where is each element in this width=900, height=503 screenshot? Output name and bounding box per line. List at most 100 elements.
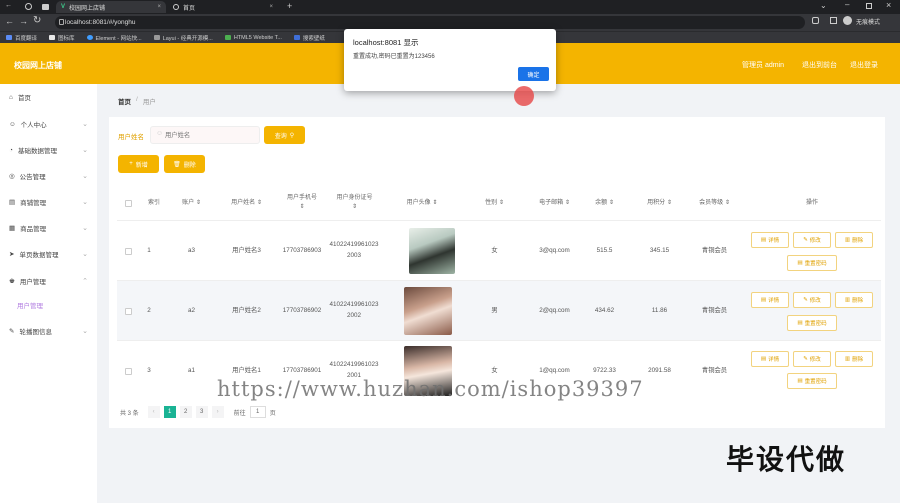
column-header[interactable]: 性别 ⇕ (472, 186, 517, 220)
cell-email: 3@qq.com (539, 246, 570, 254)
add-button[interactable]: + 新增 (118, 155, 159, 173)
column-header[interactable]: 会员等级 ⇕ (687, 186, 742, 220)
column-header[interactable]: 电子邮箱 ⇕ (522, 186, 587, 220)
row-delete-button[interactable]: ▥ 删除 (835, 351, 873, 367)
reset-password-button[interactable]: ▤ 重置密码 (787, 373, 837, 389)
sidebar-item-goods[interactable]: ▦ 商品管理 ⌄ (0, 215, 97, 241)
cell-balance: 434.62 (594, 306, 615, 314)
close-icon[interactable]: × (269, 4, 273, 10)
sidebar-subitem-user-manage[interactable]: 用户管理 (0, 292, 97, 318)
row-checkbox[interactable] (125, 308, 132, 315)
column-header[interactable]: 用户手机号 ⇕ (277, 186, 327, 220)
sidepanel-icon[interactable] (830, 17, 837, 24)
reset-password-button[interactable]: ▤ 重置密码 (787, 315, 837, 331)
compass-icon: ◎ (9, 173, 15, 180)
sidebar: ⌂ 首页 ☺ 个人中心 ⌄ ◔ 基础数据管理 ⌄ ◎ 公告管理 ⌄ ▤ 商铺管理 ⌄ ▦ 商品管理 ⌄… (0, 84, 97, 503)
sidebar-item-shop[interactable]: ▤ 商铺管理 ⌄ (0, 189, 97, 215)
close-window-icon[interactable]: × (886, 0, 891, 10)
back-icon[interactable]: ← (5, 16, 14, 26)
next-page-icon[interactable]: › (211, 406, 224, 418)
bookmark-item[interactable]: 搜索壁纸 (293, 34, 325, 42)
search-button[interactable]: 查询 ⚲ (264, 126, 305, 144)
detail-button[interactable]: ▤ 详情 (751, 351, 789, 367)
column-header[interactable]: 账户 ⇕ (169, 186, 214, 220)
bookmark-item[interactable]: HTML5 Website T... (224, 35, 282, 41)
extension-icon[interactable] (812, 17, 819, 24)
page-button-active[interactable]: 1 (163, 406, 176, 418)
table-row: 2 a2 用户姓名2 17703786902 41022419961023200… (117, 280, 881, 340)
minimize-window-icon[interactable]: – (845, 0, 849, 9)
incognito-icon[interactable] (843, 16, 852, 25)
cell-id-card: 410224199610232002 (329, 301, 379, 319)
breadcrumb-home[interactable]: 首页 (118, 96, 131, 106)
goto-label: 前往 (233, 410, 246, 417)
back-icon[interactable]: ← (5, 2, 12, 9)
sidebar-item-users[interactable]: ♚ 用户管理 ⌃ (0, 268, 97, 294)
edit-button[interactable]: ✎ 修改 (793, 292, 831, 308)
sort-icon: ⇕ (564, 199, 570, 206)
search-input[interactable]: ☺ (150, 126, 260, 144)
reload-icon[interactable]: ↻ (33, 15, 41, 26)
column-header[interactable]: 用积分 ⇕ (632, 186, 687, 220)
edit-button[interactable]: ✎ 修改 (793, 351, 831, 367)
sort-icon: ⇕ (498, 199, 504, 206)
column-header[interactable]: 余额 ⇕ (582, 186, 627, 220)
back-to-front-link[interactable]: 退出到前台 (802, 60, 837, 70)
avatar (409, 228, 455, 274)
dialog-confirm-button[interactable]: 确定 (518, 67, 549, 81)
browser-tab[interactable]: 首页 × (168, 1, 278, 13)
forward-icon[interactable]: → (19, 16, 28, 26)
page-button[interactable]: 3 (195, 406, 208, 418)
row-delete-button[interactable]: ▥ 删除 (835, 292, 873, 308)
page-button[interactable]: 2 (179, 406, 192, 418)
reset-password-button[interactable]: ▤ 重置密码 (787, 255, 837, 271)
bookmark-item[interactable]: Element - 网站快... (86, 34, 142, 42)
tab-overview-icon[interactable] (42, 4, 49, 10)
sidebar-item-single-page[interactable]: ➤ 单页数据管理 ⌄ (0, 241, 97, 267)
logout-link[interactable]: 退出登录 (850, 60, 878, 70)
sidebar-item-basic-data[interactable]: ◔ 基础数据管理 ⌄ (0, 137, 97, 163)
bookmark-item[interactable]: 图标库 (49, 34, 75, 42)
maximize-icon[interactable] (866, 3, 872, 9)
bookmark-item[interactable]: 百度翻译 (6, 34, 37, 42)
detail-button[interactable]: ▤ 详情 (751, 292, 789, 308)
pagination: 共 3 条 ‹ 1 2 3 › 前往 1 页 (120, 406, 276, 418)
url-input[interactable]: localhost:8081/#/yonghu (55, 16, 805, 29)
row-checkbox[interactable] (125, 368, 132, 375)
chevron-down-icon: ⌄ (82, 173, 88, 180)
sort-icon: ⇕ (666, 199, 672, 206)
goto-input[interactable]: 1 (249, 406, 266, 418)
search-label: 用户姓名 (118, 134, 144, 141)
cell-points: 11.86 (651, 306, 668, 314)
sidebar-item-profile[interactable]: ☺ 个人中心 ⌄ (0, 111, 97, 137)
browser-tab-active[interactable]: V 校园网上店铺 × (56, 1, 166, 13)
bookmark-item[interactable]: Layui - 经典开源模... (153, 34, 213, 42)
globe-icon (173, 4, 179, 10)
close-icon[interactable]: × (157, 4, 161, 10)
document-icon: ▤ (760, 237, 767, 243)
detail-button[interactable]: ▤ 详情 (751, 232, 789, 248)
document-icon: ▤ (760, 297, 767, 303)
search-field[interactable] (165, 129, 255, 141)
minimize-icon[interactable]: ⌄ (820, 1, 827, 10)
cell-name: 用户姓名2 (232, 306, 261, 314)
edit-button[interactable]: ✎ 修改 (793, 232, 831, 248)
info-icon[interactable] (59, 19, 64, 25)
column-header: 操作 (805, 199, 818, 206)
sidebar-item-home[interactable]: ⌂ 首页 (0, 84, 97, 110)
column-header[interactable]: 用户身份证号 ⇕ (327, 186, 382, 220)
home-icon: ⌂ (9, 93, 13, 101)
layui-icon (153, 35, 160, 40)
sidebar-item-notice[interactable]: ◎ 公告管理 ⌄ (0, 163, 97, 189)
sort-icon: ⇕ (195, 199, 201, 206)
row-checkbox[interactable] (125, 248, 132, 255)
sidebar-item-carousel[interactable]: ✎ 轮播图信息 ⌄ (0, 318, 97, 344)
incognito-label: 无痕模式 (856, 20, 881, 26)
column-header[interactable]: 用户头像 ⇕ (382, 186, 462, 220)
row-delete-button[interactable]: ▥ 删除 (835, 232, 873, 248)
select-all-checkbox[interactable] (124, 199, 132, 207)
new-tab-icon[interactable]: + (287, 1, 292, 11)
prev-page-icon[interactable]: ‹ (147, 406, 160, 418)
column-header[interactable]: 用户姓名 ⇕ (214, 186, 279, 220)
delete-button[interactable]: 🗑 删除 (164, 155, 205, 173)
